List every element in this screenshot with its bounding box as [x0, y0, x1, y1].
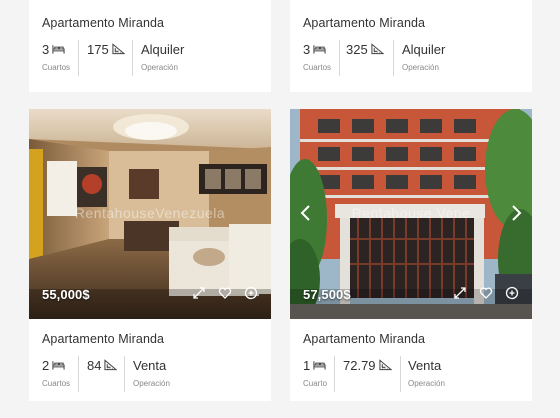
listing-stats: 2 Cuartos 84 Venta Operación — [42, 356, 261, 400]
rooms-count: 3 — [303, 41, 311, 57]
heart-icon — [218, 287, 232, 299]
rooms-count: 3 — [42, 41, 50, 57]
listing-title[interactable]: Apartamento Miranda — [303, 332, 522, 346]
rooms-label: Cuartos — [303, 63, 332, 72]
prev-photo-button[interactable] — [296, 201, 314, 225]
area-stat: 175 — [87, 40, 125, 58]
listing-card-4[interactable]: Rentahouse Vene 57,500$ Apartamento Mira… — [290, 109, 532, 401]
listing-stats: 1 Cuarto 72.79 Venta Operación — [303, 356, 522, 400]
listing-photo[interactable]: RentahouseVenezuela 55,000$ — [29, 109, 271, 319]
bed-icon — [313, 359, 326, 371]
operation-value: Alquiler — [141, 41, 185, 57]
listing-info: Apartamento Miranda 1 Cuarto 72.79 Venta… — [303, 332, 522, 400]
favorite-button[interactable] — [215, 283, 235, 303]
area-ruler-icon — [371, 43, 384, 55]
divider — [124, 356, 125, 392]
listing-info: Apartamento Miranda 3 Cuartos 325 Alquil… — [303, 16, 522, 84]
price-label: 57,500$ — [303, 287, 351, 302]
next-photo-button[interactable] — [508, 201, 526, 225]
operation-stat: Alquiler Operación — [402, 40, 446, 73]
divider — [78, 40, 79, 76]
divider — [132, 40, 133, 76]
listing-title[interactable]: Apartamento Miranda — [42, 16, 261, 30]
area-stat: 325 — [346, 40, 384, 58]
listing-card-2[interactable]: Apartamento Miranda 3 Cuartos 325 Alquil… — [290, 0, 532, 92]
bed-icon — [313, 43, 326, 55]
listing-info: Apartamento Miranda 3 Cuartos 175 Alquil… — [42, 16, 261, 84]
operation-label: Operación — [408, 379, 445, 388]
rooms-count: 2 — [42, 357, 50, 373]
watermark: RentahouseVenezuela — [74, 205, 226, 221]
plus-circle-icon — [505, 286, 519, 300]
divider — [393, 40, 394, 76]
chevron-left-icon — [300, 205, 310, 221]
operation-value: Alquiler — [402, 41, 446, 57]
rooms-stat: 3 Cuartos — [303, 40, 332, 73]
rooms-label: Cuartos — [42, 379, 71, 388]
rooms-label: Cuarto — [303, 379, 328, 388]
area-value: 175 — [87, 41, 109, 57]
operation-label: Operación — [141, 63, 178, 72]
listing-photo[interactable]: Rentahouse Vene 57,500$ — [290, 109, 532, 319]
listing-title[interactable]: Apartamento Miranda — [42, 332, 261, 346]
area-stat: 84 — [87, 356, 117, 374]
watermark: Rentahouse Vene — [351, 205, 471, 221]
operation-stat: Alquiler Operación — [141, 40, 185, 73]
listing-stats: 3 Cuartos 175 Alquiler Operación — [42, 40, 261, 84]
chevron-right-icon — [512, 205, 522, 221]
listing-card-3[interactable]: RentahouseVenezuela 55,000$ Apartamento … — [29, 109, 271, 401]
rooms-stat: 1 Cuarto — [303, 356, 328, 389]
rooms-label: Cuartos — [42, 63, 71, 72]
bed-icon — [52, 43, 65, 55]
operation-stat: Venta Operación — [408, 356, 445, 389]
photo-actions — [189, 283, 261, 303]
add-button[interactable] — [502, 283, 522, 303]
divider — [400, 356, 401, 392]
area-ruler-icon — [104, 359, 117, 371]
operation-value: Venta — [408, 357, 442, 373]
area-stat: 72.79 — [343, 356, 392, 374]
listing-info: Apartamento Miranda 2 Cuartos 84 Venta O… — [42, 332, 261, 400]
area-ruler-icon — [379, 359, 392, 371]
operation-label: Operación — [402, 63, 439, 72]
photo-actions — [450, 283, 522, 303]
rooms-count: 1 — [303, 357, 311, 373]
heart-icon — [479, 287, 493, 299]
expand-button[interactable] — [450, 283, 470, 303]
operation-stat: Venta Operación — [133, 356, 170, 389]
expand-icon — [193, 287, 205, 299]
expand-button[interactable] — [189, 283, 209, 303]
favorite-button[interactable] — [476, 283, 496, 303]
listing-stats: 3 Cuartos 325 Alquiler Operación — [303, 40, 522, 84]
add-button[interactable] — [241, 283, 261, 303]
expand-icon — [454, 287, 466, 299]
operation-label: Operación — [133, 379, 170, 388]
area-value: 72.79 — [343, 357, 376, 373]
divider — [78, 356, 79, 392]
area-value: 325 — [346, 41, 368, 57]
plus-circle-icon — [244, 286, 258, 300]
listing-title[interactable]: Apartamento Miranda — [303, 16, 522, 30]
bed-icon — [52, 359, 65, 371]
divider — [339, 40, 340, 76]
area-value: 84 — [87, 357, 102, 373]
listing-card-1[interactable]: Apartamento Miranda 3 Cuartos 175 Alquil… — [29, 0, 271, 92]
rooms-stat: 2 Cuartos — [42, 356, 71, 389]
divider — [334, 356, 335, 392]
price-label: 55,000$ — [42, 287, 90, 302]
area-ruler-icon — [112, 43, 125, 55]
operation-value: Venta — [133, 357, 167, 373]
rooms-stat: 3 Cuartos — [42, 40, 71, 73]
